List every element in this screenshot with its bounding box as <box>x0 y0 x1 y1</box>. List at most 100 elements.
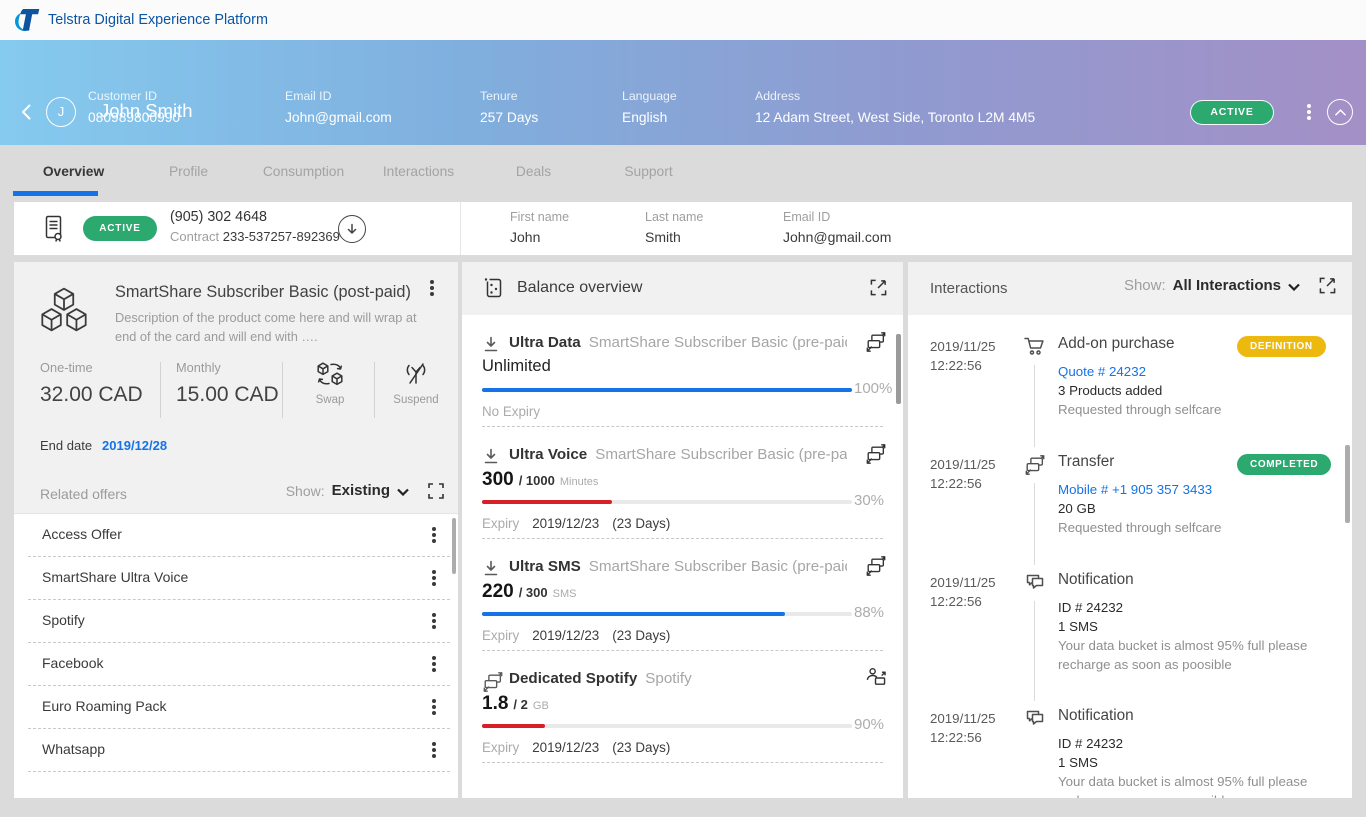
offer-kebab-menu[interactable] <box>432 533 436 537</box>
interaction-datetime: 2019/11/25 12:22:56 <box>930 709 1016 747</box>
balance-amount: 300 <box>482 469 514 491</box>
contract-expand-button[interactable] <box>338 215 366 243</box>
interaction-entry: 2019/11/25 12:22:56 Notification ID # 24… <box>908 571 1352 674</box>
tab-support[interactable]: Support <box>591 145 706 202</box>
transfer-icon[interactable] <box>865 443 887 465</box>
progress-percent: 30% <box>854 492 884 509</box>
kebab-icon <box>1307 110 1311 114</box>
balance-item: Ultra Data SmartShare Subscriber Basic (… <box>462 315 903 427</box>
related-offer-row[interactable]: SmartShare Ultra Voice <box>28 557 450 600</box>
interaction-date: 2019/11/25 <box>930 709 1016 728</box>
expiry-row: Expiry2019/12/23(23 Days) <box>482 740 670 755</box>
related-offers-filter-dropdown[interactable]: Show: Existing <box>286 482 444 499</box>
interactions-expand-button[interactable] <box>1319 277 1336 294</box>
back-button[interactable] <box>21 104 31 120</box>
one-time-price: One-time 32.00 CAD <box>40 356 143 407</box>
related-offers-expand-button[interactable] <box>428 483 444 499</box>
suspend-button[interactable]: Suspend <box>374 360 458 406</box>
balance-title-row: Ultra Data SmartShare Subscriber Basic (… <box>509 334 847 351</box>
interactions-filter-dropdown[interactable]: Show: All Interactions <box>1124 277 1336 294</box>
balance-list: Ultra Data SmartShare Subscriber Basic (… <box>462 315 903 798</box>
interaction-link[interactable]: Mobile # +1 905 357 3433 <box>1058 480 1342 499</box>
tab-interactions[interactable]: Interactions <box>361 145 476 202</box>
swap-button[interactable]: Swap <box>288 360 372 406</box>
related-offer-row[interactable]: Spotify <box>28 600 450 643</box>
offer-kebab-menu[interactable] <box>432 662 436 666</box>
related-offer-row[interactable]: Facebook <box>28 643 450 686</box>
balance-amount-row: 220 / 300 SMS <box>482 581 576 603</box>
product-cubes-icon <box>32 284 96 335</box>
balance-plan-name: SmartShare Subscriber Basic (pre-paid) <box>589 334 847 351</box>
divider <box>160 362 161 418</box>
offer-kebab-menu[interactable] <box>432 576 436 580</box>
interaction-datetime: 2019/11/25 12:22:56 <box>930 337 1016 375</box>
tab-profile[interactable]: Profile <box>131 145 246 202</box>
topbar: Telstra Digital Experience Platform <box>0 0 1366 40</box>
offers-scrollbar[interactable] <box>452 518 456 574</box>
balance-card: Balance overview Ultra Data SmartShare S… <box>462 262 903 798</box>
tab-overview[interactable]: Overview <box>16 145 131 202</box>
interactions-list: 2019/11/25 12:22:56 DEFINITION Add-on pu… <box>908 315 1352 798</box>
app-title: Telstra Digital Experience Platform <box>48 0 268 40</box>
interaction-entry: 2019/11/25 12:22:56 Notification ID # 24… <box>908 707 1352 798</box>
related-offer-row[interactable]: Euro Roaming Pack <box>28 686 450 729</box>
balance-scrollbar[interactable] <box>896 334 901 404</box>
balance-bucket-name: Ultra SMS <box>509 558 581 575</box>
tab-deals[interactable]: Deals <box>476 145 591 202</box>
balance-total: / 2 <box>513 697 527 712</box>
progress-track <box>482 388 852 392</box>
expiry-days: (23 Days) <box>612 516 670 531</box>
field: Email IDJohn@gmail.com <box>783 210 891 245</box>
progress-track <box>482 612 852 616</box>
progress-fill <box>482 500 612 504</box>
related-offer-row[interactable]: Access Offer <box>28 514 450 557</box>
collapse-header-button[interactable] <box>1327 99 1353 125</box>
transfer-icon[interactable] <box>865 555 887 577</box>
price-label: One-time <box>40 360 143 375</box>
field: Customer ID080989800990 <box>88 89 180 125</box>
field: First nameJohn <box>510 210 569 245</box>
chevron-up-icon <box>1335 109 1346 116</box>
contract-bar: ACTIVE (905) 302 4648 Contract 233-53725… <box>14 202 1352 255</box>
field-value: 12 Adam Street, West Side, Toronto L2M 4… <box>755 110 1035 125</box>
interaction-date: 2019/11/25 <box>930 573 1016 592</box>
price-label: Monthly <box>176 360 279 375</box>
header-kebab-menu[interactable] <box>1303 102 1315 122</box>
person-card-icon[interactable] <box>864 667 887 688</box>
expiry-days: (23 Days) <box>612 740 670 755</box>
tab-bar: OverviewProfileConsumptionInteractionsDe… <box>16 145 706 202</box>
balance-amount: 220 <box>482 581 514 603</box>
offer-kebab-menu[interactable] <box>432 748 436 752</box>
related-offers-list: Access Offer SmartShare Ultra Voice Spot… <box>14 513 458 798</box>
balance-jar-icon <box>482 276 504 300</box>
expand-icon <box>428 483 444 499</box>
contract-document-icon <box>45 215 65 242</box>
offer-kebab-menu[interactable] <box>432 619 436 623</box>
offer-kebab-menu[interactable] <box>432 705 436 709</box>
interaction-entry: 2019/11/25 12:22:56 COMPLETED Transfer M… <box>908 453 1352 538</box>
interaction-link[interactable]: Quote # 24232 <box>1058 362 1342 381</box>
balance-expand-button[interactable] <box>870 279 887 296</box>
expiry-days: (23 Days) <box>612 628 670 643</box>
field-label: Address <box>755 89 1035 103</box>
tab-consumption[interactable]: Consumption <box>246 145 361 202</box>
field: Address 12 Adam Street, West Side, Toront… <box>755 89 1035 125</box>
interaction-lines: Quote # 242323 Products addedRequested t… <box>1058 362 1342 419</box>
interaction-title: Notification <box>1058 571 1342 589</box>
product-kebab-menu[interactable] <box>430 286 434 290</box>
related-offers-title: Related offers <box>40 486 127 502</box>
field-value: Smith <box>645 229 703 245</box>
status-badge: ACTIVE <box>1190 100 1274 125</box>
progress-track <box>482 500 852 504</box>
transfer-icon <box>482 671 504 693</box>
related-offer-row[interactable]: Whatsapp <box>28 729 450 772</box>
timeline-line <box>1034 365 1035 447</box>
contract-label: Contract <box>170 229 219 244</box>
interaction-lines: Mobile # +1 905 357 343320 GBRequested t… <box>1058 480 1342 537</box>
interaction-time: 12:22:56 <box>930 728 1016 747</box>
offer-label: SmartShare Ultra Voice <box>42 557 188 598</box>
interactions-scrollbar[interactable] <box>1345 445 1350 523</box>
transfer-icon[interactable] <box>865 331 887 353</box>
telstra-logo-icon <box>13 6 40 34</box>
field-value: English <box>622 110 677 125</box>
